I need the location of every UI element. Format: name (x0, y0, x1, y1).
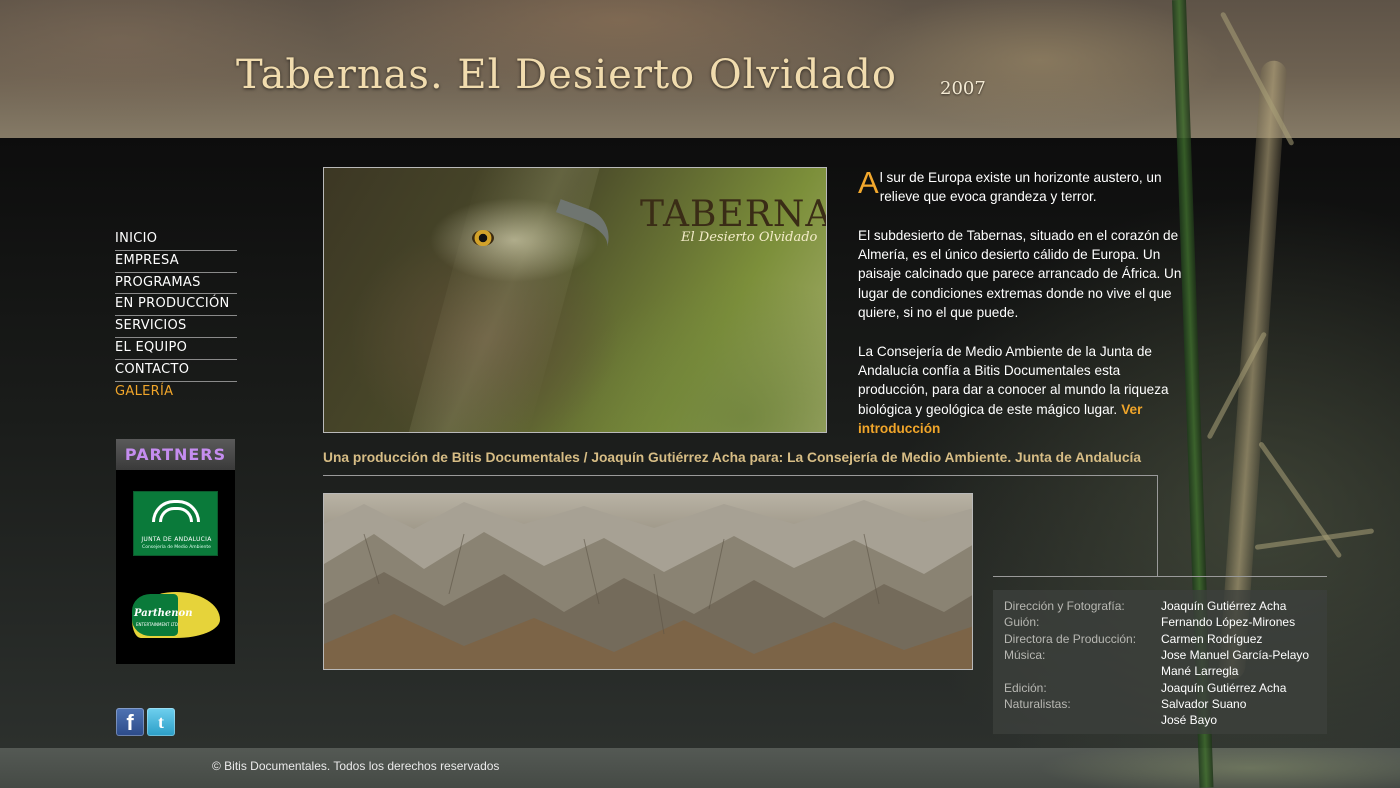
dropcap: A (858, 165, 879, 200)
eagle-eye-decoration (472, 230, 494, 246)
nav-item-galeria[interactable]: GALERÍA (115, 382, 237, 404)
facebook-icon[interactable]: f (116, 708, 144, 736)
credit-role: Guión: (1004, 615, 1040, 630)
junta-logo-text: JUNTA DE ANDALUCIA (141, 536, 212, 543)
badlands-illustration (324, 500, 972, 669)
credit-role: Dirección y Fotografía: (1004, 599, 1125, 613)
poster-title: TABERNAS (640, 194, 826, 235)
credit-name: Mané Larregla (1161, 664, 1239, 679)
junta-logo-subtext: Consejería de Medio Ambiente (142, 545, 211, 550)
parthenon-logo[interactable]: Parthenon ENTERTAINMENT LTD (132, 584, 220, 646)
intro-paragraph-2: El subdesierto de Tabernas, situado en e… (858, 227, 1182, 321)
frame-divider (1157, 475, 1158, 577)
intro-paragraph-3: La Consejería de Medio Ambiente de la Ju… (858, 342, 1188, 438)
main-nav: INICIO EMPRESA PROGRAMAS EN PRODUCCIÓN S… (115, 229, 237, 403)
nav-item-el-equipo[interactable]: EL EQUIPO (115, 338, 237, 360)
credit-name: Salvador Suano (1161, 696, 1247, 711)
credit-name: Joaquín Gutiérrez Acha (1161, 680, 1287, 695)
credit-role: Directora de Producción: (1004, 631, 1137, 646)
nav-item-empresa[interactable]: EMPRESA (115, 251, 237, 273)
credit-role: Naturalistas: (1004, 696, 1071, 711)
nav-item-programas[interactable]: PROGRAMAS (115, 273, 237, 295)
parthenon-logo-text: Parthenon (134, 608, 193, 619)
desert-panorama-image (323, 493, 973, 670)
parthenon-logo-subtext: ENTERTAINMENT LTD (136, 622, 178, 627)
credit-name: Fernando López-Mirones (1161, 615, 1296, 630)
partners-panel: PARTNERS JUNTA DE ANDALUCIA Consejería d… (116, 439, 235, 664)
credits-panel: Dirección y Fotografía: Joaquín Gutiérre… (993, 590, 1327, 734)
intro-text: Al sur de Europa existe un horizonte aus… (858, 165, 1188, 457)
partners-header: PARTNERS (116, 439, 235, 470)
title-year: 2007 (940, 78, 986, 99)
credit-name: Jose Manuel García-Pelayo (1161, 647, 1310, 662)
intro-paragraph-1: Al sur de Europa existe un horizonte aus… (858, 165, 1188, 207)
credit-name: Joaquín Gutiérrez Acha (1161, 599, 1287, 613)
nav-item-servicios[interactable]: SERVICIOS (115, 316, 237, 338)
frame-divider (993, 576, 1327, 577)
nav-item-en-produccion[interactable]: EN PRODUCCIÓN (115, 294, 237, 317)
footer-background (0, 748, 1400, 788)
intro-p1-text: l sur de Europa existe un horizonte aust… (879, 170, 1162, 205)
credit-name: José Bayo (1161, 713, 1218, 728)
frame-divider (323, 475, 1158, 476)
credit-role: Edición: (1004, 680, 1047, 695)
production-credit: Una producción de Bitis Documentales / J… (323, 450, 1142, 465)
credit-name: Carmen Rodríguez (1161, 631, 1263, 646)
page-title: Tabernas. El Desierto Olvidado (236, 52, 897, 98)
twitter-icon[interactable]: t (147, 708, 175, 736)
footer-copyright: © Bitis Documentales. Todos los derechos… (212, 759, 500, 773)
poster-subtitle: El Desierto Olvidado (681, 230, 818, 245)
credit-role: Música: (1004, 647, 1046, 662)
junta-andalucia-logo[interactable]: JUNTA DE ANDALUCIA Consejería de Medio A… (133, 491, 218, 556)
nav-item-inicio[interactable]: INICIO (115, 229, 237, 251)
eagle-poster-image: TABERNAS El Desierto Olvidado (323, 167, 827, 433)
nav-item-contacto[interactable]: CONTACTO (115, 360, 237, 382)
